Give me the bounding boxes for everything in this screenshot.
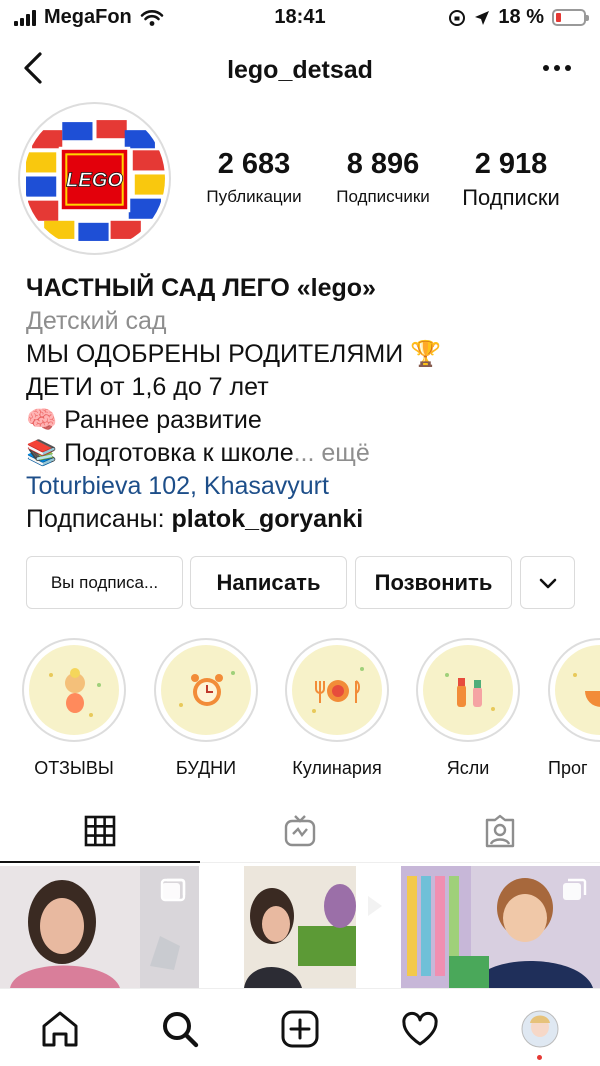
message-button[interactable]: Написать [190, 556, 347, 609]
baby-bottles-icon [445, 673, 495, 711]
nav-activity[interactable] [398, 1007, 442, 1051]
bio-line-4-row: 📚 Подготовка к школе... ещё [26, 437, 586, 470]
tab-igtv[interactable] [200, 800, 400, 862]
lego-logo-avatar: LEGO [24, 108, 165, 249]
highlight-label: БУДНИ [175, 758, 237, 778]
followed-by: Подписаны: platok_goryanki [26, 503, 586, 536]
nav-create[interactable] [278, 1007, 322, 1051]
bottom-navigation [0, 988, 600, 1066]
profile-username: lego_detsad [227, 56, 373, 84]
notification-dot [537, 1055, 542, 1060]
post-photo-kids-table [200, 866, 399, 988]
bio-more-link[interactable]: ... ещё [294, 439, 370, 467]
highlight-label: Ясли [446, 758, 490, 778]
following-button[interactable]: Вы подписа... [26, 556, 183, 609]
followed-by-user[interactable]: platok_goryanki [171, 505, 363, 533]
highlight-label: Кулинария [292, 758, 382, 778]
battery-icon [552, 9, 589, 26]
tagged-icon [485, 814, 515, 848]
home-icon [42, 1011, 78, 1047]
plate-icon [312, 667, 364, 713]
slice-icon [573, 673, 600, 707]
followed-by-prefix: Подписаны: [26, 505, 172, 533]
profile-header: lego_detsad [0, 40, 600, 98]
post-thumbnail[interactable] [0, 866, 199, 988]
stat-posts-label: Публикации [206, 187, 302, 206]
stat-followers-value: 8 896 [346, 148, 420, 180]
grid-icon [84, 815, 116, 847]
status-right-group: 18 % [448, 6, 589, 29]
highlight-reviews[interactable]: ОТЗЫВЫ [22, 638, 126, 779]
igtv-icon [284, 815, 316, 847]
suggestions-toggle-button[interactable] [520, 556, 575, 609]
post-thumbnail[interactable] [200, 866, 399, 988]
avatar-logo-text: LEGO [66, 170, 123, 192]
stat-posts-value: 2 683 [217, 148, 291, 180]
stat-posts[interactable]: 2 683 Публикации [198, 148, 310, 207]
profile-tabs [0, 800, 600, 862]
profile-bio: ЧАСТНЫЙ САД ЛЕГО «lego» Детский сад МЫ О… [26, 272, 586, 536]
bio-line-2: ДЕТИ от 1,6 до 7 лет [26, 373, 269, 401]
stat-following-value: 2 918 [474, 148, 548, 180]
profile-avatar-icon [521, 1010, 559, 1048]
baby-icon [49, 668, 101, 717]
highlight-cooking[interactable]: Кулинария [285, 638, 389, 779]
nav-profile[interactable] [518, 1007, 562, 1051]
status-bar: MegaFon 18:41 18 % [0, 0, 600, 36]
tab-tagged[interactable] [400, 800, 600, 862]
location-arrow-icon [475, 10, 490, 25]
profile-location-link[interactable]: Toturbieva 102, Khasavyurt [26, 470, 586, 503]
highlight-label: Прог [548, 758, 588, 778]
stat-followers-label: Подписчики [336, 187, 430, 206]
highlight-nursery[interactable]: Ясли [416, 638, 520, 779]
nav-home[interactable] [38, 1007, 82, 1051]
heart-icon [402, 1011, 438, 1046]
nav-search[interactable] [158, 1007, 202, 1051]
chevron-down-icon [539, 578, 556, 588]
bio-line-1: МЫ ОДОБРЕНЫ РОДИТЕЛЯМИ 🏆 [26, 340, 442, 368]
battery-percent: 18 % [498, 6, 544, 28]
stat-followers[interactable]: 8 896 Подписчики [326, 148, 440, 207]
profile-category: Детский сад [26, 307, 167, 335]
alarm-clock-icon [179, 671, 235, 707]
tab-grid[interactable] [0, 800, 200, 862]
bio-line-4: 📚 Подготовка к школе [26, 439, 294, 467]
stat-following[interactable]: 2 918 Подписки [452, 148, 570, 211]
multiple-photos-icon [162, 878, 186, 900]
highlight-programs[interactable]: Прог [548, 638, 600, 779]
more-options-icon[interactable] [542, 60, 572, 76]
profile-name: ЧАСТНЫЙ САД ЛЕГО «lego» [26, 274, 376, 302]
add-post-icon [281, 1010, 319, 1048]
bio-line-3: 🧠 Раннее развитие [26, 406, 262, 434]
orientation-lock-icon [449, 9, 466, 26]
call-button[interactable]: Позвонить [355, 556, 512, 609]
highlight-everyday[interactable]: БУДНИ [154, 638, 258, 779]
multiple-photos-icon [563, 878, 587, 900]
search-icon [163, 1012, 199, 1048]
highlight-label: ОТЗЫВЫ [34, 758, 114, 778]
post-thumbnail[interactable] [401, 866, 600, 988]
stat-following-label: Подписки [462, 185, 560, 210]
active-tab-indicator [0, 861, 200, 863]
profile-avatar[interactable]: LEGO [18, 102, 171, 255]
